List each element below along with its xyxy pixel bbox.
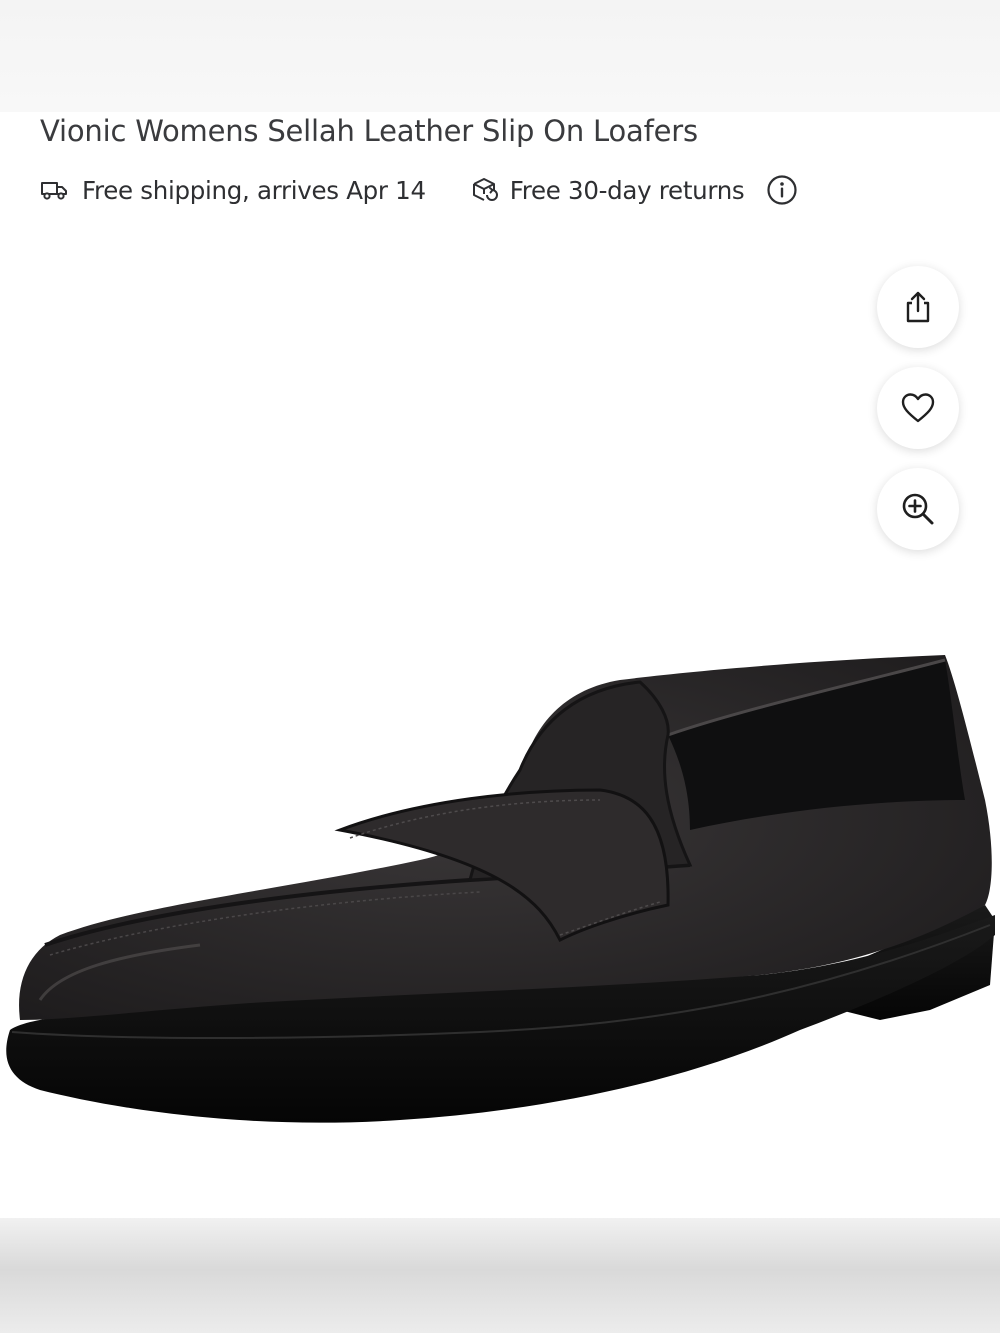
- returns-text: Free 30-day returns: [509, 175, 745, 205]
- shipping-badge: Free shipping, arrives Apr 14: [40, 176, 426, 205]
- returns-badge: Free 30-day returns: [470, 176, 745, 205]
- bottom-panel: [0, 1218, 1000, 1333]
- zoom-in-icon: [902, 493, 934, 525]
- zoom-button[interactable]: [877, 468, 959, 550]
- info-icon[interactable]: [766, 174, 798, 206]
- product-image[interactable]: [0, 600, 1000, 1160]
- favorite-button[interactable]: [877, 367, 959, 449]
- top-banner: [0, 0, 1000, 112]
- return-box-icon: [472, 178, 498, 201]
- truck-icon: [41, 182, 67, 200]
- delivery-badges: Free shipping, arrives Apr 14 Free 30-da…: [40, 172, 798, 208]
- share-icon: [906, 291, 930, 323]
- heart-icon: [901, 393, 935, 423]
- shipping-text: Free shipping, arrives Apr 14: [82, 175, 426, 205]
- product-title: Vionic Womens Sellah Leather Slip On Loa…: [40, 114, 698, 148]
- share-button[interactable]: [877, 266, 959, 348]
